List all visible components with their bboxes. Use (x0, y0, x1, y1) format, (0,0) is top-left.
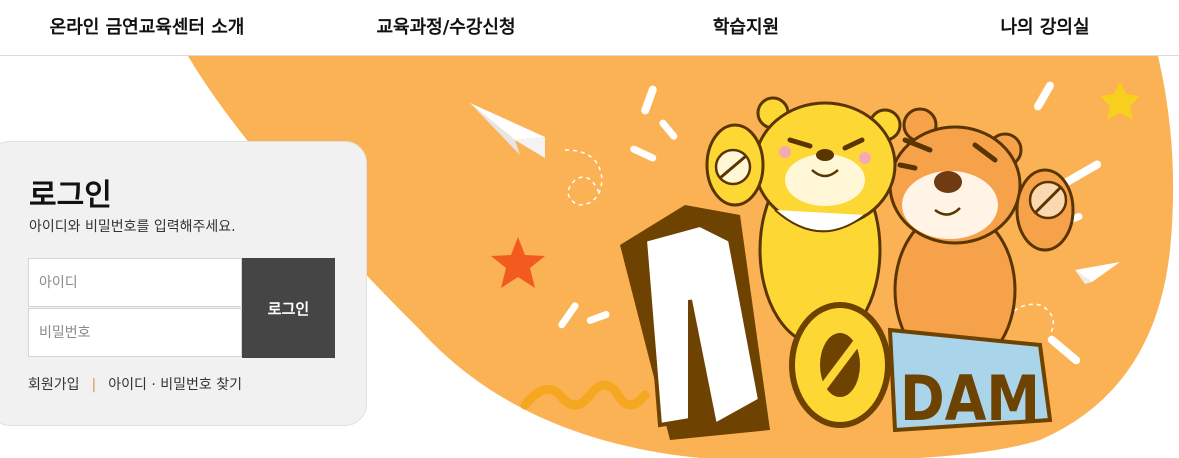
nav-item-center-intro[interactable]: 온라인 금연교육센터 소개 (50, 0, 245, 55)
logo-letters-dam: DAM (900, 362, 1040, 435)
top-navigation: 온라인 금연교육센터 소개 교육과정/수강신청 학습지원 나의 강의실 (0, 0, 1179, 56)
find-account-link[interactable]: 아이디 · 비밀번호 찾기 (108, 377, 242, 393)
login-title: 로그인 (29, 178, 112, 213)
nav-item-learning-support[interactable]: 학습지원 (713, 0, 779, 55)
login-panel: 로그인 아이디와 비밀번호를 입력해주세요. 로그인 회원가입 | 아이디 · 비밀… (0, 141, 367, 426)
login-links: 회원가입 | 아이디 · 비밀번호 찾기 (28, 374, 242, 394)
nav-item-course-registration[interactable]: 교육과정/수강신청 (376, 0, 515, 55)
signup-link[interactable]: 회원가입 (28, 377, 80, 393)
link-separator: | (91, 377, 97, 393)
password-input[interactable] (28, 308, 242, 357)
login-button[interactable]: 로그인 (242, 258, 335, 358)
nav-item-my-classroom[interactable]: 나의 강의실 (1000, 0, 1089, 55)
login-subtitle: 아이디와 비밀번호를 입력해주세요. (29, 219, 236, 235)
id-input[interactable] (28, 258, 242, 307)
